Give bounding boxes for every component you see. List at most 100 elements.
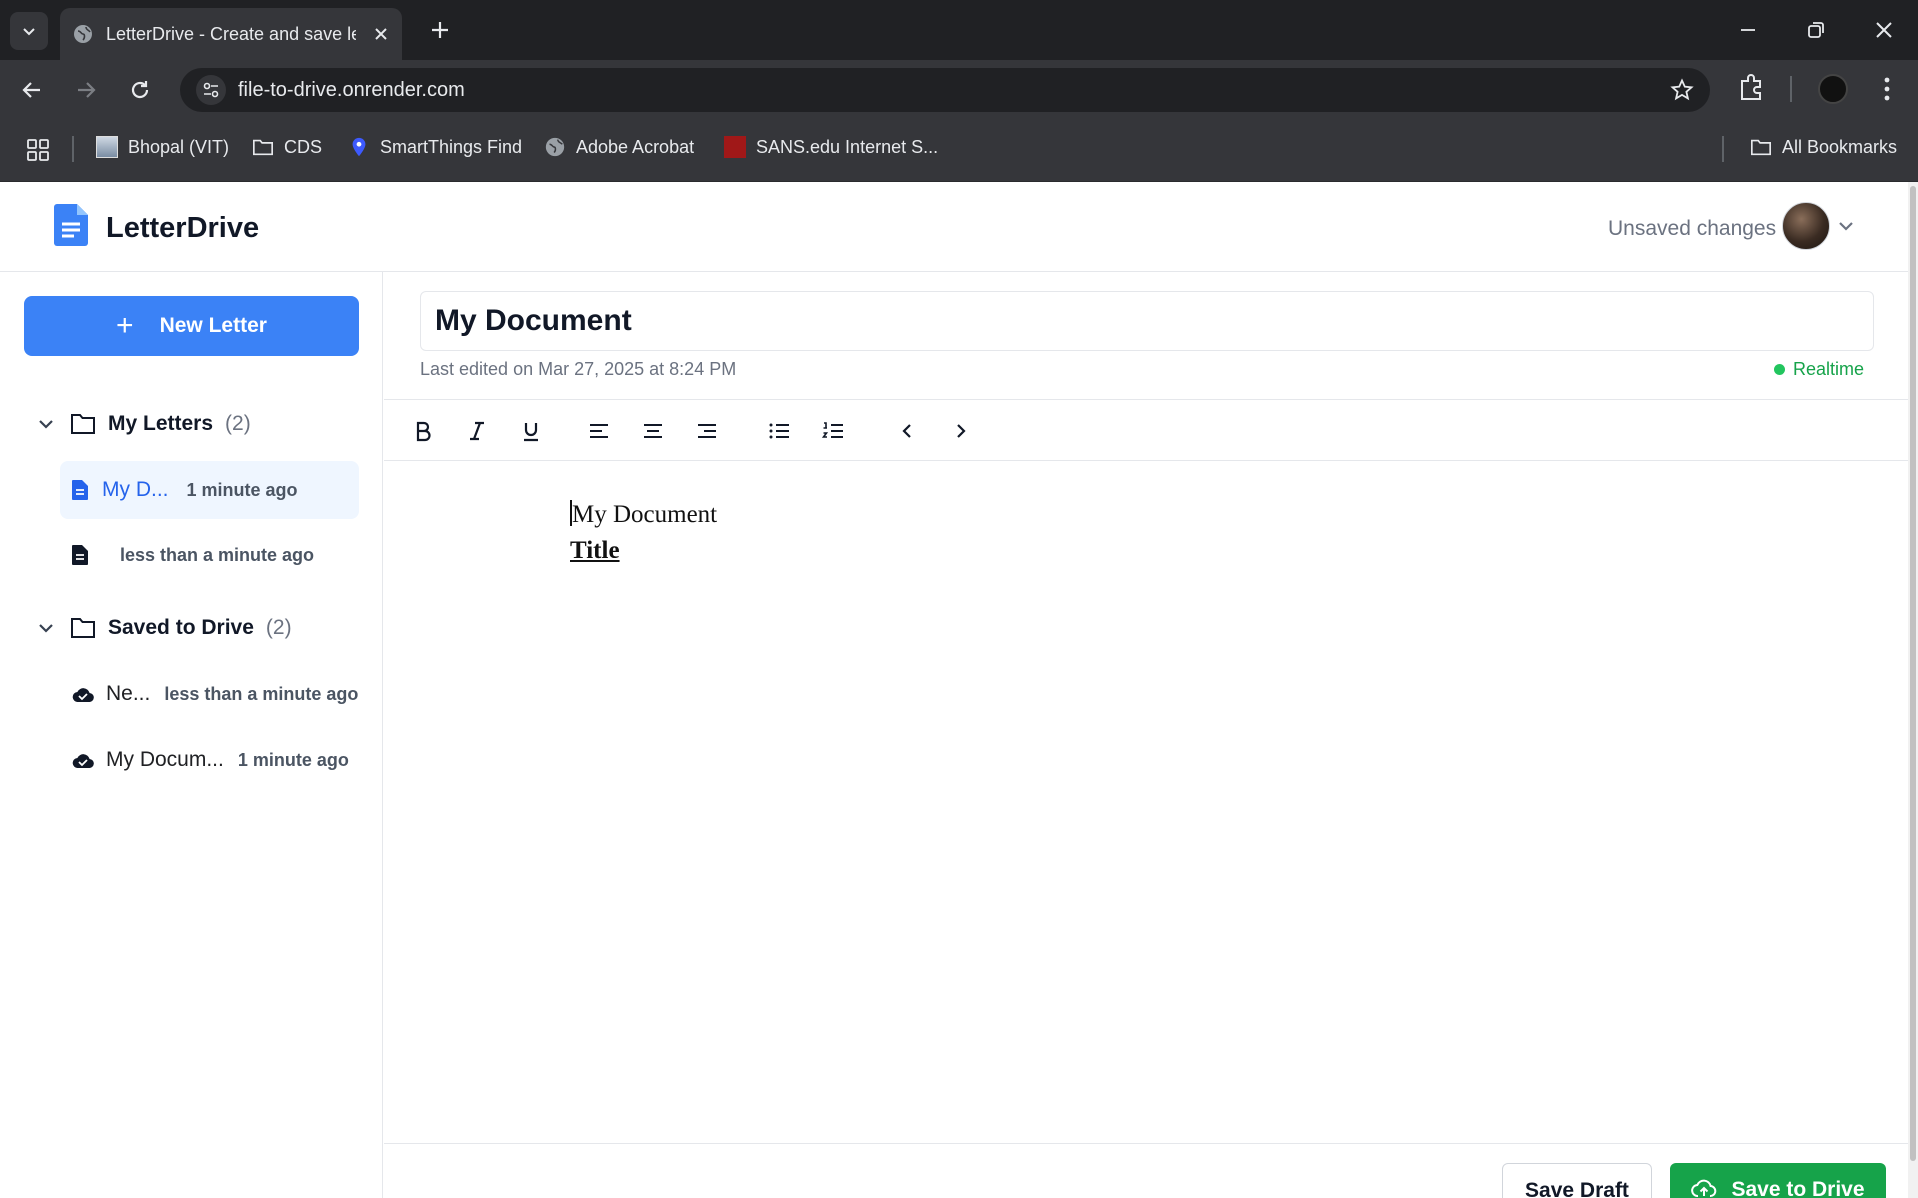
chevron-down-icon: [39, 420, 53, 429]
minimize-button[interactable]: [1724, 10, 1772, 50]
all-bookmarks-label: All Bookmarks: [1782, 136, 1898, 157]
extensions-icon[interactable]: [1736, 72, 1766, 102]
more-vert-icon[interactable]: [1872, 74, 1902, 104]
file-name: Ne...: [106, 682, 151, 705]
forward-button[interactable]: [68, 72, 104, 108]
file-item[interactable]: Ne... less than a minute ago: [60, 665, 359, 723]
folder-my-letters[interactable]: My Letters (2): [36, 412, 251, 436]
address-bar[interactable]: file-to-drive.onrender.com: [180, 68, 1710, 112]
folder-icon: [71, 618, 95, 638]
plus-icon: [432, 22, 448, 38]
align-right-button[interactable]: [690, 414, 724, 448]
document-heading: Title: [570, 537, 620, 564]
new-letter-label: New Letter: [159, 314, 267, 337]
document-icon: [72, 480, 88, 500]
bookmark-label: Bhopal (VIT): [128, 136, 230, 157]
back-button[interactable]: [14, 72, 50, 108]
align-left-icon: [590, 424, 608, 438]
save-to-drive-label: Save to Drive: [1731, 1178, 1865, 1198]
apps-button[interactable]: [26, 138, 50, 162]
reload-button[interactable]: [122, 72, 158, 108]
location-pin-icon: [352, 137, 366, 157]
browser-toolbar: file-to-drive.onrender.com: [0, 60, 1918, 118]
arrow-right-icon: [78, 82, 96, 98]
profile-avatar[interactable]: [1818, 74, 1848, 104]
folder-count: (2): [265, 616, 292, 639]
bookmark-star-icon[interactable]: [1670, 78, 1694, 102]
align-center-button[interactable]: [636, 414, 670, 448]
browser-tab[interactable]: LetterDrive - Create and save le: [60, 8, 402, 60]
cloud-check-icon: [72, 754, 94, 768]
close-icon[interactable]: [372, 25, 390, 43]
redo-button[interactable]: [944, 414, 978, 448]
document-logo-icon: [54, 204, 88, 246]
folder-saved-to-drive[interactable]: Saved to Drive (2): [36, 616, 292, 640]
tune-icon: [203, 82, 219, 98]
file-time: 1 minute ago: [186, 479, 298, 500]
align-center-icon: [644, 424, 662, 438]
italic-button[interactable]: [460, 414, 494, 448]
save-draft-button[interactable]: Save Draft: [1502, 1163, 1652, 1198]
bold-button[interactable]: [406, 414, 440, 448]
bookmarks-divider: [72, 136, 74, 162]
file-time: less than a minute ago: [120, 544, 315, 565]
formatting-toolbar: [384, 399, 1908, 461]
new-tab-button[interactable]: [424, 14, 456, 46]
bookmarks-divider: [1722, 136, 1724, 162]
close-icon: [1876, 22, 1892, 38]
file-time: 1 minute ago: [237, 749, 349, 770]
numbered-list-button[interactable]: [816, 414, 850, 448]
file-item[interactable]: less than a minute ago: [60, 526, 359, 584]
restore-icon: [1808, 22, 1824, 38]
align-right-icon: [698, 424, 716, 438]
file-item[interactable]: My Docum... 1 minute ago: [60, 731, 359, 789]
apps-grid-icon: [27, 139, 49, 161]
save-status-text: Unsaved changes: [1608, 217, 1777, 240]
globe-icon: [74, 25, 92, 43]
folder-name: Saved to Drive: [108, 616, 254, 639]
globe-icon: [545, 137, 565, 157]
chevron-down-icon[interactable]: [1836, 216, 1856, 236]
site-info-button[interactable]: [196, 75, 226, 105]
close-window-button[interactable]: [1860, 10, 1908, 50]
bookmark-item[interactable]: Bhopal (VIT): [96, 136, 229, 158]
undo-button[interactable]: [890, 414, 924, 448]
bold-icon: [416, 421, 431, 442]
restore-button[interactable]: [1792, 10, 1840, 50]
save-to-drive-button[interactable]: Save to Drive: [1670, 1163, 1886, 1198]
status-dot: [1774, 364, 1785, 375]
bookmark-folder[interactable]: CDS: [252, 136, 322, 158]
all-bookmarks-button[interactable]: All Bookmarks: [1750, 136, 1897, 158]
sidebar: + New Letter My Letters (2) My D... 1 mi…: [0, 272, 383, 1198]
minimize-icon: [1741, 29, 1755, 31]
underline-button[interactable]: [514, 414, 548, 448]
folder-icon: [71, 414, 95, 434]
tab-search-button[interactable]: [10, 12, 48, 50]
folder-icon: [253, 139, 273, 156]
bookmark-item[interactable]: SmartThings Find: [348, 136, 522, 158]
numbered-list-icon: [822, 422, 843, 438]
realtime-indicator: Realtime: [1774, 359, 1864, 380]
new-letter-button[interactable]: + New Letter: [24, 296, 359, 356]
document-content-area[interactable]: My Document Title: [570, 497, 717, 569]
align-left-button[interactable]: [582, 414, 616, 448]
document-title-input[interactable]: [420, 291, 1874, 351]
bookmark-label: SmartThings Find: [380, 136, 523, 157]
bullet-list-button[interactable]: [762, 414, 796, 448]
folder-name: My Letters: [108, 412, 214, 435]
bookmark-label: Adobe Acrobat: [576, 136, 695, 157]
chevron-left-icon: [902, 424, 911, 438]
bookmark-item[interactable]: SANS.edu Internet S...: [724, 136, 938, 158]
editor-panel: Last edited on Mar 27, 2025 at 8:24 PM R…: [384, 272, 1908, 1198]
cloud-check-icon: [72, 688, 94, 702]
file-name: My Docum...: [106, 748, 224, 771]
bookmark-item[interactable]: Adobe Acrobat: [544, 136, 694, 158]
folder-icon: [1751, 139, 1771, 156]
site-favicon: [724, 136, 746, 158]
app-header: LetterDrive Unsaved changes: [0, 182, 1908, 272]
user-avatar[interactable]: [1782, 202, 1830, 250]
scrollbar-thumb[interactable]: [1910, 186, 1916, 1161]
file-item[interactable]: My D... 1 minute ago: [60, 461, 359, 519]
italic-icon: [470, 421, 484, 441]
document-icon: [72, 545, 88, 565]
